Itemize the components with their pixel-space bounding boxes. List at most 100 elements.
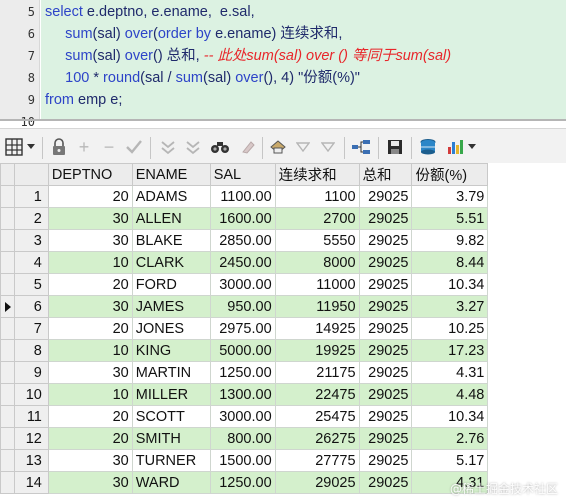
- grid-view-icon[interactable]: [4, 137, 24, 157]
- export-icon[interactable]: [351, 137, 371, 157]
- column-header-deptno[interactable]: DEPTNO: [47, 163, 133, 186]
- table-row[interactable]: 2 30 ALLEN 1600.00 2700 29025 5.51: [0, 207, 566, 230]
- cell-ename[interactable]: JONES: [131, 317, 211, 340]
- column-header-total[interactable]: 总和: [358, 163, 413, 186]
- find-icon[interactable]: [210, 137, 230, 157]
- row-indicator[interactable]: [0, 295, 15, 318]
- cell-total[interactable]: 29025: [358, 229, 413, 252]
- cell-ename[interactable]: KING: [131, 339, 211, 362]
- row-indicator[interactable]: [0, 427, 15, 450]
- delete-row-icon[interactable]: −: [99, 137, 119, 157]
- cell-share[interactable]: 8.44: [411, 251, 489, 274]
- cell-sal[interactable]: 3000.00: [209, 405, 276, 428]
- cell-sal[interactable]: 2850.00: [209, 229, 276, 252]
- dropdown-arrow-icon[interactable]: [466, 137, 478, 157]
- dropdown-arrow-icon[interactable]: [24, 137, 38, 157]
- cell-total[interactable]: 29025: [358, 207, 413, 230]
- sql-editor[interactable]: 5 6 7 8 9 10 select e.deptno, e.ename, e.sal,…: [0, 0, 566, 129]
- editor-splitter[interactable]: [0, 119, 566, 121]
- code-line[interactable]: sum(sal) over() 总和, -- 此处sum(sal) over (…: [45, 45, 451, 67]
- cell-ename[interactable]: MILLER: [131, 383, 211, 406]
- cell-total[interactable]: 29025: [358, 383, 413, 406]
- row-indicator[interactable]: [0, 251, 15, 274]
- cell-share[interactable]: 10.34: [411, 405, 489, 428]
- cell-total[interactable]: 29025: [358, 449, 413, 472]
- cell-deptno[interactable]: 30: [47, 361, 133, 384]
- cell-running-sum[interactable]: 19925: [274, 339, 360, 362]
- cell-total[interactable]: 29025: [358, 361, 413, 384]
- cell-total[interactable]: 29025: [358, 295, 413, 318]
- table-row[interactable]: 7 20 JONES 2975.00 14925 29025 10.25: [0, 317, 566, 340]
- cell-sal[interactable]: 1250.00: [209, 471, 276, 494]
- row-indicator[interactable]: [0, 361, 15, 384]
- cell-deptno[interactable]: 10: [47, 251, 133, 274]
- cell-total[interactable]: 29025: [358, 251, 413, 274]
- cell-sal[interactable]: 3000.00: [209, 273, 276, 296]
- cell-deptno[interactable]: 30: [47, 229, 133, 252]
- table-row[interactable]: 5 20 FORD 3000.00 11000 29025 10.34: [0, 273, 566, 296]
- next-page-icon[interactable]: [293, 137, 313, 157]
- cell-total[interactable]: 29025: [358, 427, 413, 450]
- cell-deptno[interactable]: 20: [47, 273, 133, 296]
- code-area[interactable]: select e.deptno, e.ename, e.sal, sum(sal…: [41, 0, 566, 120]
- cell-total[interactable]: 29025: [358, 317, 413, 340]
- query-by-example-icon[interactable]: [158, 137, 178, 157]
- cell-deptno[interactable]: 10: [47, 383, 133, 406]
- row-number[interactable]: 8: [13, 339, 49, 362]
- cell-share[interactable]: 17.23: [411, 339, 489, 362]
- cell-sal[interactable]: 950.00: [209, 295, 276, 318]
- cell-sal[interactable]: 5000.00: [209, 339, 276, 362]
- table-row[interactable]: 11 20 SCOTT 3000.00 25475 29025 10.34: [0, 405, 566, 428]
- cell-deptno[interactable]: 20: [47, 185, 133, 208]
- cell-deptno[interactable]: 30: [47, 471, 133, 494]
- result-grid[interactable]: DEPTNO ENAME SAL 连续求和 总和 份额(%) 1 20 ADAMS 1…: [0, 163, 566, 501]
- cell-running-sum[interactable]: 29025: [274, 471, 360, 494]
- table-row[interactable]: 3 30 BLAKE 2850.00 5550 29025 9.82: [0, 229, 566, 252]
- cell-running-sum[interactable]: 21175: [274, 361, 360, 384]
- row-indicator[interactable]: [0, 185, 15, 208]
- cell-running-sum[interactable]: 25475: [274, 405, 360, 428]
- cell-share[interactable]: 10.34: [411, 273, 489, 296]
- table-row[interactable]: 9 30 MARTIN 1250.00 21175 29025 4.31: [0, 361, 566, 384]
- table-row[interactable]: 13 30 TURNER 1500.00 27775 29025 5.17: [0, 449, 566, 472]
- row-indicator[interactable]: [0, 229, 15, 252]
- cell-running-sum[interactable]: 11950: [274, 295, 360, 318]
- last-page-icon[interactable]: [318, 137, 338, 157]
- cell-deptno[interactable]: 20: [47, 317, 133, 340]
- cell-ename[interactable]: ADAMS: [131, 185, 211, 208]
- cell-sal[interactable]: 2975.00: [209, 317, 276, 340]
- code-line[interactable]: from emp e;: [45, 89, 122, 111]
- cell-sal[interactable]: 2450.00: [209, 251, 276, 274]
- row-indicator[interactable]: [0, 383, 15, 406]
- database-icon[interactable]: [418, 137, 438, 157]
- row-number[interactable]: 11: [13, 405, 49, 428]
- cell-ename[interactable]: TURNER: [131, 449, 211, 472]
- row-number[interactable]: 12: [13, 427, 49, 450]
- cell-ename[interactable]: BLAKE: [131, 229, 211, 252]
- row-indicator[interactable]: [0, 207, 15, 230]
- cell-deptno[interactable]: 30: [47, 449, 133, 472]
- lock-icon[interactable]: [49, 137, 69, 157]
- post-changes-icon[interactable]: [124, 137, 144, 157]
- table-row[interactable]: 1 20 ADAMS 1100.00 1100 29025 3.79: [0, 185, 566, 208]
- row-number[interactable]: 6: [13, 295, 49, 318]
- column-header-sal[interactable]: SAL: [209, 163, 276, 186]
- cell-deptno[interactable]: 30: [47, 295, 133, 318]
- column-header-ename[interactable]: ENAME: [131, 163, 211, 186]
- cell-running-sum[interactable]: 26275: [274, 427, 360, 450]
- cell-ename[interactable]: JAMES: [131, 295, 211, 318]
- cell-share[interactable]: 10.25: [411, 317, 489, 340]
- row-number[interactable]: 9: [13, 361, 49, 384]
- row-indicator[interactable]: [0, 339, 15, 362]
- cell-deptno[interactable]: 20: [47, 427, 133, 450]
- column-header-running-sum[interactable]: 连续求和: [274, 163, 360, 186]
- clear-icon[interactable]: [238, 137, 258, 157]
- table-row[interactable]: 6 30 JAMES 950.00 11950 29025 3.27: [0, 295, 566, 318]
- print-icon[interactable]: [268, 137, 288, 157]
- table-row[interactable]: 10 10 MILLER 1300.00 22475 29025 4.48: [0, 383, 566, 406]
- cell-running-sum[interactable]: 2700: [274, 207, 360, 230]
- cell-ename[interactable]: SCOTT: [131, 405, 211, 428]
- cell-sal[interactable]: 1500.00: [209, 449, 276, 472]
- cell-share[interactable]: 5.17: [411, 449, 489, 472]
- save-icon[interactable]: [385, 137, 405, 157]
